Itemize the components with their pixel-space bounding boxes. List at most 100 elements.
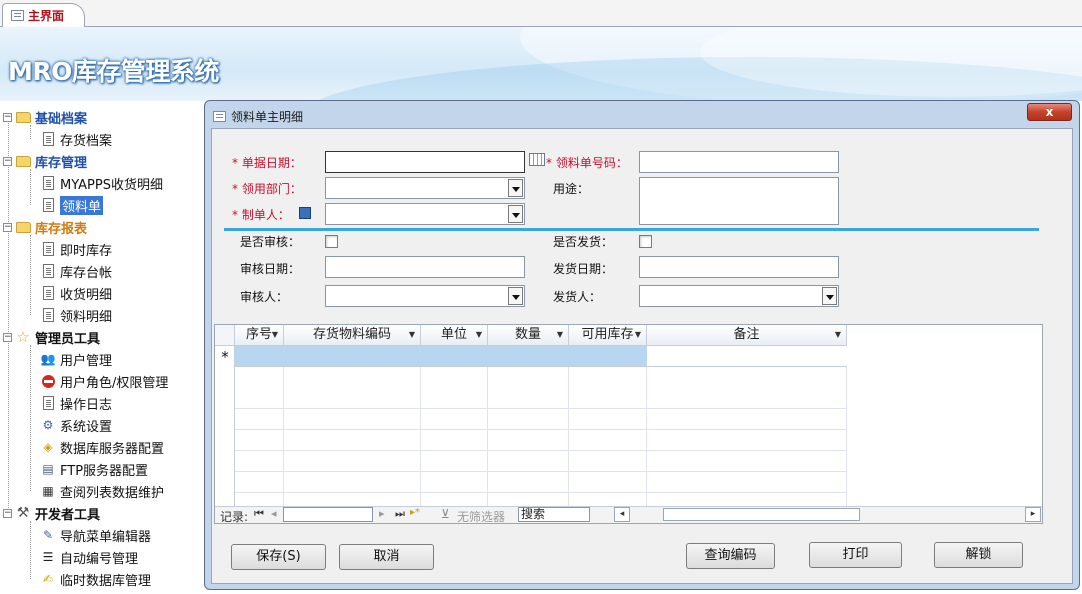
document-icon xyxy=(40,286,56,300)
nav-item-auto-numbering[interactable]: ☰ 自动编号管理 xyxy=(40,546,138,568)
nav-item-menu-editor[interactable]: ✎ 导航菜单编辑器 xyxy=(40,524,151,546)
chevron-down-icon[interactable] xyxy=(508,287,523,305)
document-icon xyxy=(40,396,56,410)
nav-group-developer-tools[interactable]: − ⚒ 开发者工具 xyxy=(3,502,100,524)
nav-item-ftp-config[interactable]: ▤ FTP服务器配置 xyxy=(40,458,148,480)
print-button[interactable]: 打印 xyxy=(809,542,902,568)
sort-arrow-icon[interactable]: ▼ xyxy=(476,325,482,345)
sort-arrow-icon[interactable]: ▼ xyxy=(272,325,278,345)
nav-item-temp-db[interactable]: ✍ 临时数据库管理 xyxy=(40,568,151,590)
sort-arrow-icon[interactable]: ▼ xyxy=(635,325,641,345)
nav-item-inventory-archive[interactable]: 存货档案 xyxy=(40,128,112,150)
app-title: MRO库存管理系统 xyxy=(8,57,219,86)
star-icon: ☆ xyxy=(16,328,30,346)
settings-icon: ⚙ xyxy=(42,418,54,432)
scroll-right-icon[interactable]: ▸ xyxy=(1025,507,1041,522)
record-label: 记录: xyxy=(220,510,249,524)
notepad-icon: ✍ xyxy=(42,572,54,586)
chevron-down-icon[interactable] xyxy=(508,205,523,223)
nav-item-realtime-stock[interactable]: 即时库存 xyxy=(40,238,112,260)
dept-combobox[interactable] xyxy=(325,177,525,199)
close-button[interactable]: x xyxy=(1027,103,1072,121)
nav-item-stock-ledger[interactable]: 库存台帐 xyxy=(40,260,112,282)
folder-open-icon xyxy=(15,220,31,234)
document-icon xyxy=(40,242,56,256)
approver-combobox[interactable] xyxy=(325,285,525,307)
record-number-input[interactable] xyxy=(283,507,373,522)
shipped-checkbox[interactable] xyxy=(639,235,652,248)
collapse-toggle-icon[interactable]: − xyxy=(3,332,12,342)
select-all-corner[interactable] xyxy=(215,325,235,346)
edit-icon: ✎ xyxy=(42,528,54,542)
nav-item-db-server-config[interactable]: ◈ 数据库服务器配置 xyxy=(40,436,164,458)
last-record-icon[interactable]: ⏭ xyxy=(395,507,405,521)
new-record-row[interactable] xyxy=(235,346,647,367)
shipped-label: 是否发货： xyxy=(553,235,614,249)
collapse-toggle-icon[interactable]: − xyxy=(3,222,12,232)
column-header-available-stock[interactable]: 可用库存 ▼ xyxy=(569,325,647,346)
filter-icon: ⊻ xyxy=(441,507,450,521)
new-record-icon[interactable]: ▸* xyxy=(410,507,420,518)
no-filter-label[interactable]: 无筛选器 xyxy=(457,508,505,525)
nav-group-basic-archives[interactable]: − 基础档案 xyxy=(3,106,87,128)
save-button[interactable]: 保存(S) xyxy=(231,544,326,570)
column-header-quantity[interactable]: 数量 ▼ xyxy=(488,325,569,346)
ship-date-input[interactable] xyxy=(639,256,839,278)
new-record-marker: * xyxy=(221,348,229,366)
dialog-title: 领料单主明细 xyxy=(231,109,304,124)
folder-open-icon xyxy=(15,154,31,168)
nav-item-receipt-details[interactable]: 收货明细 xyxy=(40,282,112,304)
column-header-unit[interactable]: 单位 ▼ xyxy=(421,325,488,346)
maker-combobox[interactable] xyxy=(325,203,525,225)
chevron-down-icon[interactable] xyxy=(508,179,523,197)
shipper-combobox[interactable] xyxy=(639,285,839,307)
tab-main[interactable]: 主界面 xyxy=(2,3,86,27)
column-header-item-code[interactable]: 存货物料编码 ▼ xyxy=(284,325,421,346)
nav-item-requisition[interactable]: 领料单 xyxy=(40,194,104,216)
nav-item-user-management[interactable]: 👥 用户管理 xyxy=(40,348,113,370)
sort-arrow-icon[interactable]: ▼ xyxy=(835,325,841,345)
lookup-code-button[interactable]: 查询编码 xyxy=(686,543,775,569)
dialog-titlebar: 领料单主明细 xyxy=(213,107,303,125)
nav-item-lookup-maintenance[interactable]: ▦ 查阅列表数据维护 xyxy=(40,480,164,502)
scroll-left-icon[interactable]: ◂ xyxy=(614,507,630,522)
new-record-remarks-cell[interactable] xyxy=(647,346,847,367)
nav-item-roles-permissions[interactable]: 用户角色/权限管理 xyxy=(40,370,168,392)
nav-item-operation-log[interactable]: 操作日志 xyxy=(40,392,112,414)
chevron-down-icon[interactable] xyxy=(822,287,837,305)
next-record-icon[interactable]: ▸ xyxy=(379,507,385,520)
collapse-toggle-icon[interactable]: − xyxy=(3,508,12,518)
search-input[interactable]: 搜索 xyxy=(518,507,590,522)
nav-group-inventory-reports[interactable]: − 库存报表 xyxy=(3,216,87,238)
column-header-remarks[interactable]: 备注 ▼ xyxy=(647,325,847,346)
user-picker-icon[interactable] xyxy=(299,207,311,219)
first-record-icon[interactable]: ⏮ xyxy=(254,507,264,521)
document-icon xyxy=(40,264,56,278)
column-header-seq[interactable]: 序号 ▼ xyxy=(235,325,284,346)
horizontal-scrollbar-thumb[interactable] xyxy=(663,508,860,521)
cancel-button[interactable]: 取消 xyxy=(339,544,434,570)
nav-group-inventory-management[interactable]: − 库存管理 xyxy=(3,150,87,172)
collapse-toggle-icon[interactable]: − xyxy=(3,156,12,166)
nav-item-myapps-receipts[interactable]: MYAPPS收货明细 xyxy=(40,172,163,194)
document-icon xyxy=(40,176,56,190)
purpose-textarea[interactable] xyxy=(639,177,839,225)
collapse-toggle-icon[interactable]: − xyxy=(3,112,12,122)
approve-date-input[interactable] xyxy=(325,256,525,278)
approve-date-label: 审核日期： xyxy=(240,262,301,276)
ship-date-label: 发货日期： xyxy=(553,262,614,276)
section-divider xyxy=(224,228,1039,231)
unlock-button[interactable]: 解锁 xyxy=(934,542,1023,568)
sort-arrow-icon[interactable]: ▼ xyxy=(557,325,563,345)
doc-date-input[interactable] xyxy=(325,151,525,173)
document-icon xyxy=(40,132,56,146)
approved-checkbox[interactable] xyxy=(325,235,338,248)
doc-no-input[interactable] xyxy=(639,151,839,173)
nav-group-admin-tools[interactable]: − ☆ 管理员工具 xyxy=(3,326,100,348)
nav-item-requisition-details[interactable]: 领料明细 xyxy=(40,304,112,326)
previous-record-icon[interactable]: ◂ xyxy=(271,507,277,520)
calendar-icon[interactable] xyxy=(529,153,545,166)
nav-item-system-settings[interactable]: ⚙ 系统设置 xyxy=(40,414,112,436)
sort-arrow-icon[interactable]: ▼ xyxy=(409,325,415,345)
document-icon xyxy=(40,308,56,322)
